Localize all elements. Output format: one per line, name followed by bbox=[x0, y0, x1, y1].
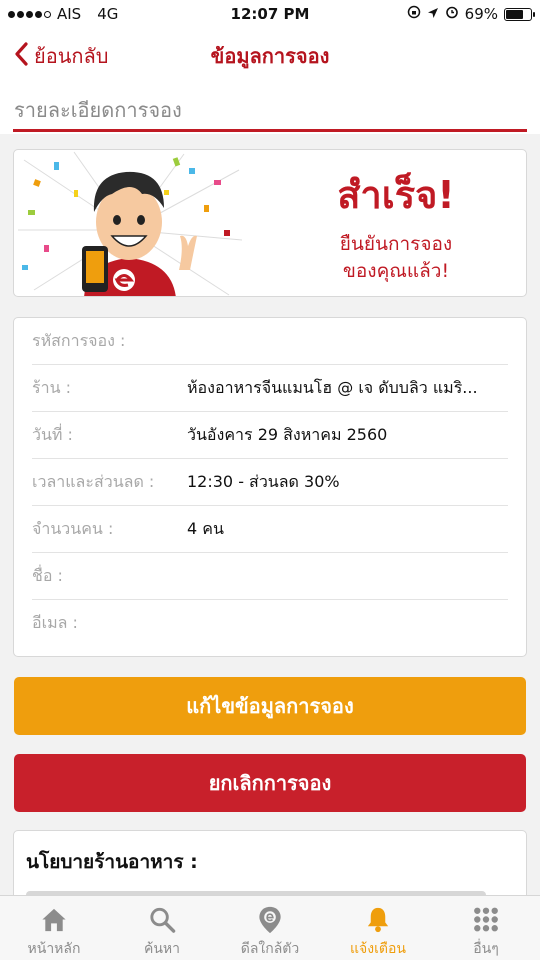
tab-nearby-deals[interactable]: ดีลใกล้ตัว bbox=[216, 896, 324, 960]
status-left: AIS 4G bbox=[8, 5, 407, 23]
tab-label: ค้นหา bbox=[143, 941, 181, 957]
status-bar: AIS 4G 12:07 PM 69% bbox=[0, 0, 540, 28]
cancel-booking-button[interactable]: ยกเลิกการจอง bbox=[14, 754, 526, 812]
detail-label: ชื่อ : bbox=[32, 565, 63, 585]
success-title: สำเร็จ! bbox=[337, 173, 455, 217]
section-title: รายละเอียดการจอง bbox=[14, 98, 182, 122]
detail-row-name: ชื่อ : bbox=[32, 553, 508, 600]
detail-row-date: วันที่ : วันอังคาร 29 สิงหาคม 2560 bbox=[32, 412, 508, 459]
detail-row-time-discount: เวลาและส่วนลด : 12:30 - ส่วนลด 30% bbox=[32, 459, 508, 506]
mascot-illustration bbox=[18, 151, 243, 296]
section-divider bbox=[13, 129, 527, 132]
chevron-left-icon bbox=[14, 41, 28, 71]
signal-strength-icon bbox=[8, 10, 51, 18]
policy-title: นโยบายร้านอาหาร : bbox=[26, 851, 198, 873]
status-right: 69% bbox=[407, 5, 535, 23]
section-header: รายละเอียดการจอง bbox=[0, 84, 540, 134]
orientation-lock-icon bbox=[407, 5, 421, 23]
detail-row-guests: จำนวนคน : 4 คน bbox=[32, 506, 508, 553]
alarm-icon bbox=[445, 5, 459, 23]
detail-label: วันที่ : bbox=[32, 424, 73, 444]
nav-bar: ย้อนกลับ ข้อมูลการจอง bbox=[0, 28, 540, 84]
detail-value: ห้องอาหารจีนแมนโฮ @ เจ ดับบลิว แมริ... bbox=[187, 377, 478, 397]
home-icon bbox=[42, 908, 66, 932]
detail-label: จำนวนคน : bbox=[32, 518, 114, 538]
tab-label: แจ้งเตือน bbox=[350, 941, 406, 957]
battery-percent: 69% bbox=[464, 5, 498, 23]
tab-label: อื่นๆ bbox=[473, 941, 499, 957]
tab-home[interactable]: หน้าหลัก bbox=[0, 896, 108, 960]
success-line-2: ของคุณแล้ว! bbox=[342, 260, 450, 282]
location-arrow-icon bbox=[427, 5, 439, 23]
detail-row-restaurant: ร้าน : ห้องอาหารจีนแมนโฮ @ เจ ดับบลิว แม… bbox=[32, 365, 508, 412]
tab-label: ดีลใกล้ตัว bbox=[240, 941, 300, 957]
back-button[interactable]: ย้อนกลับ bbox=[0, 40, 108, 72]
tab-search[interactable]: ค้นหา bbox=[108, 896, 216, 960]
edit-booking-button[interactable]: แก้ไขข้อมูลการจอง bbox=[14, 677, 526, 735]
search-icon bbox=[150, 907, 176, 933]
success-banner: สำเร็จ! ยืนยันการจอง ของคุณแล้ว! bbox=[13, 149, 527, 297]
detail-label: เวลาและส่วนลด : bbox=[32, 471, 155, 491]
detail-value: 12:30 - ส่วนลด 30% bbox=[187, 471, 340, 491]
detail-row-email: อีเมล : bbox=[32, 600, 508, 647]
detail-label: อีเมล : bbox=[32, 613, 78, 632]
detail-value: 4 คน bbox=[187, 518, 224, 538]
back-label: ย้อนกลับ bbox=[34, 44, 109, 68]
bell-icon bbox=[367, 907, 389, 933]
detail-label: ร้าน : bbox=[32, 377, 71, 397]
booking-details-card: รหัสการจอง : ร้าน : ห้องอาหารจีนแมนโฮ @ … bbox=[13, 317, 527, 657]
grid-icon bbox=[474, 907, 498, 932]
tab-bar: หน้าหลัก ค้นหา ดีลใกล้ตัว แจ้งเตือน อื่น… bbox=[0, 895, 540, 960]
success-line-1: ยืนยันการจอง bbox=[339, 233, 453, 255]
location-pin-icon bbox=[259, 906, 281, 934]
battery-icon bbox=[504, 7, 535, 21]
network-type: 4G bbox=[97, 5, 119, 23]
detail-row-booking-code: รหัสการจอง : bbox=[32, 318, 508, 365]
carrier-name: AIS bbox=[57, 5, 82, 23]
tab-notifications[interactable]: แจ้งเตือน bbox=[324, 896, 432, 960]
detail-label: รหัสการจอง : bbox=[32, 330, 126, 350]
detail-value: วันอังคาร 29 สิงหาคม 2560 bbox=[187, 424, 388, 444]
tab-label: หน้าหลัก bbox=[27, 941, 81, 957]
banner-text: สำเร็จ! ยืนยันการจอง ของคุณแล้ว! bbox=[266, 150, 526, 296]
tab-more[interactable]: อื่นๆ bbox=[432, 896, 540, 960]
